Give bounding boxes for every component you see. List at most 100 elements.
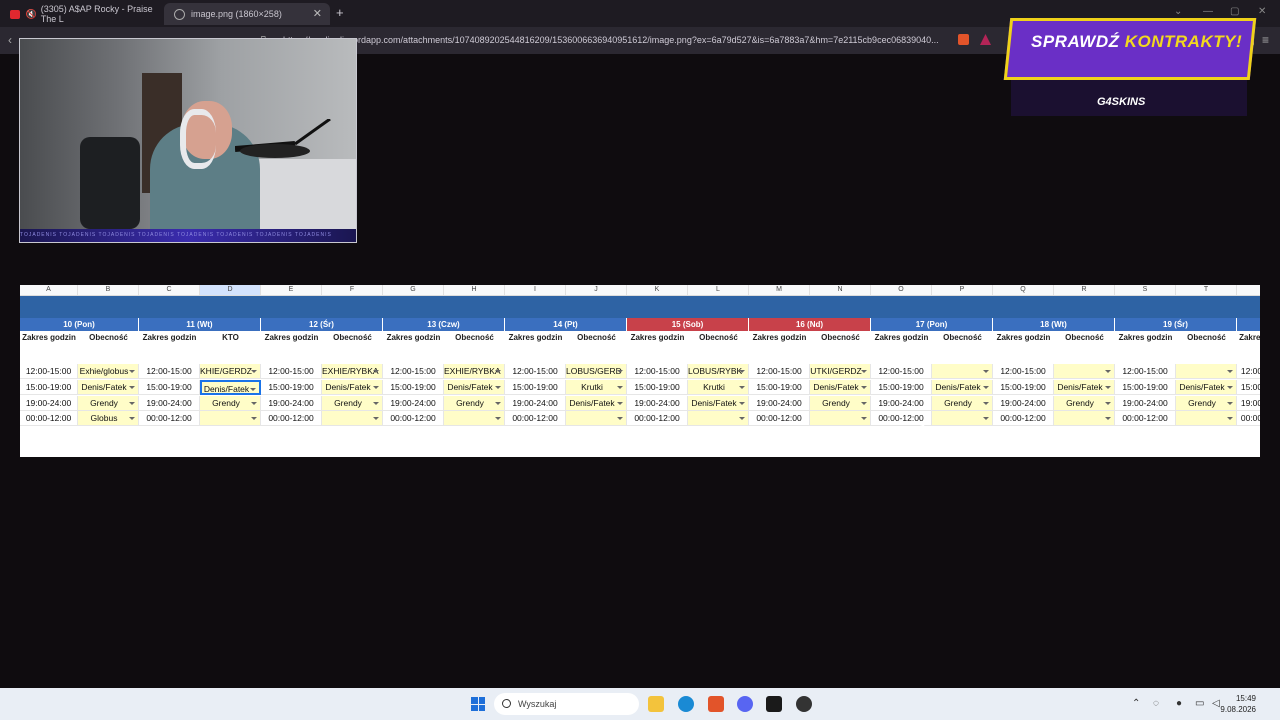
column-header: R bbox=[1054, 285, 1115, 295]
close-icon[interactable]: ✕ bbox=[313, 7, 322, 20]
dropdown-cell[interactable]: Grendy bbox=[932, 396, 993, 411]
system-clock[interactable]: 15:49 9.08.2026 bbox=[1220, 693, 1256, 715]
dropdown-cell[interactable] bbox=[566, 411, 627, 426]
table-row: 19:00-24:00 Grendy 19:00-24:00 Grendy 19:00-… bbox=[20, 396, 1260, 411]
column-subheader: Zakres godzin bbox=[142, 333, 197, 342]
column-header: H bbox=[444, 285, 505, 295]
obs-icon[interactable] bbox=[796, 696, 812, 712]
dropdown-cell[interactable]: UTKI/GERDZ bbox=[810, 364, 871, 379]
dropdown-cell[interactable]: Globus bbox=[78, 411, 139, 426]
dropdown-cell[interactable] bbox=[1054, 364, 1115, 379]
column-subheader: Zakres godzin bbox=[630, 333, 685, 342]
dropdown-cell[interactable]: Grendy bbox=[78, 396, 139, 411]
column-subheader: KTO bbox=[222, 333, 239, 342]
ad-headline: SPRAWDŹ KONTRAKTY! bbox=[1031, 32, 1243, 51]
brave-icon[interactable] bbox=[708, 696, 724, 712]
dropdown-cell[interactable]: Denis/Fatek bbox=[78, 380, 139, 395]
table-row: 00:00-12:00 Globus 00:00-12:00 00:00-12:00 0… bbox=[20, 411, 1260, 426]
tab-image[interactable]: image.png (1860×258) ✕ bbox=[164, 3, 330, 25]
dropdown-cell[interactable] bbox=[444, 411, 505, 426]
table-cell: 00:00-12:00 bbox=[505, 411, 566, 426]
dropdown-cell[interactable] bbox=[932, 411, 993, 426]
url-field[interactable]: https://media.discordapp.com/attachments… bbox=[283, 35, 939, 45]
dropdown-cell[interactable]: KHIE/GERDZ bbox=[200, 364, 261, 379]
muted-speaker-icon[interactable]: 🔇 bbox=[26, 9, 37, 20]
tab-title: (3305) A$AP Rocky - Praise The L bbox=[40, 4, 153, 24]
network-icon[interactable]: ◌ bbox=[1153, 698, 1159, 709]
table-cell: 00:00-12:00 bbox=[1115, 411, 1176, 426]
volume-icon[interactable]: ◁ bbox=[1212, 698, 1220, 709]
app-icon[interactable] bbox=[766, 696, 782, 712]
dropdown-cell[interactable]: Denis/Fatek bbox=[1176, 380, 1237, 395]
dropdown-cell[interactable]: Exhie/globus bbox=[78, 364, 139, 379]
dropdown-cell[interactable]: LOBUS/RYBK bbox=[688, 364, 749, 379]
table-cell: 15:00-19:00 bbox=[383, 380, 444, 395]
dropdown-cell[interactable] bbox=[1176, 364, 1237, 379]
dropdown-cell[interactable] bbox=[1054, 411, 1115, 426]
column-header-row: ABCDEFGHIJKLMNOPQRST bbox=[20, 285, 1260, 296]
dropdown-cell[interactable] bbox=[200, 411, 261, 426]
dropdown-cell[interactable]: Denis/Fatek bbox=[200, 380, 261, 395]
start-button[interactable] bbox=[471, 697, 485, 711]
table-cell: 00:00-12:00 bbox=[993, 411, 1054, 426]
dropdown-cell[interactable]: Grendy bbox=[444, 396, 505, 411]
column-header: E bbox=[261, 285, 322, 295]
new-tab-button[interactable]: + bbox=[336, 5, 344, 20]
dropdown-cell[interactable] bbox=[932, 364, 993, 379]
file-explorer-icon[interactable] bbox=[648, 696, 664, 712]
table-cell: 12:00-15:00 bbox=[139, 364, 200, 379]
dropdown-cell[interactable]: EXHIE/RYBKA bbox=[444, 364, 505, 379]
dropdown-cell[interactable]: Denis/Fatek bbox=[566, 396, 627, 411]
back-icon[interactable]: ‹ bbox=[8, 33, 12, 47]
table-cell: 15:00 bbox=[1237, 380, 1260, 395]
discord-icon[interactable] bbox=[737, 696, 753, 712]
dropdown-cell[interactable]: Grendy bbox=[1176, 396, 1237, 411]
day-header: 12 (Śr) bbox=[261, 318, 383, 331]
table-cell: 19:00-24:00 bbox=[261, 396, 322, 411]
table-cell: 00:00 bbox=[1237, 411, 1260, 426]
dropdown-cell[interactable]: Grendy bbox=[810, 396, 871, 411]
dropdown-cell[interactable]: Grendy bbox=[1054, 396, 1115, 411]
tab-youtube[interactable]: 🔇 (3305) A$AP Rocky - Praise The L bbox=[0, 3, 160, 25]
windows-taskbar: Wyszukaj ⌃ ◌ ● ▭ ◁ 15:49 9.08.2026 bbox=[0, 688, 1280, 720]
table-cell: 15:00-19:00 bbox=[505, 380, 566, 395]
dropdown-cell[interactable] bbox=[688, 411, 749, 426]
dropdown-cell[interactable]: Grendy bbox=[200, 396, 261, 411]
day-header bbox=[1237, 318, 1260, 331]
dropdown-cell[interactable]: Denis/Fatek bbox=[810, 380, 871, 395]
dropdown-cell[interactable] bbox=[810, 411, 871, 426]
table-row: 15:00-19:00 Denis/Fatek 15:00-19:00 Denis/F… bbox=[20, 380, 1260, 395]
chevron-up-icon[interactable]: ⌃ bbox=[1132, 698, 1140, 709]
table-cell: 00:00-12:00 bbox=[627, 411, 688, 426]
dropdown-cell[interactable]: Krutki bbox=[566, 380, 627, 395]
day-header-row: 10 (Pon) 11 (Wt) 12 (Śr) 13 (Czw) 14 (Pt) 15 … bbox=[20, 318, 1260, 331]
dropdown-cell[interactable]: EXHIE/RYBKA bbox=[322, 364, 383, 379]
table-cell: 00:00-12:00 bbox=[383, 411, 444, 426]
rewards-icon[interactable] bbox=[980, 34, 991, 45]
dropdown-cell[interactable]: Krutki bbox=[688, 380, 749, 395]
microphone-tray-icon[interactable]: ● bbox=[1176, 698, 1182, 709]
table-cell: 19:00 bbox=[1237, 396, 1260, 411]
dropdown-cell[interactable] bbox=[1176, 411, 1237, 426]
dropdown-cell[interactable]: Denis/Fatek bbox=[322, 380, 383, 395]
day-header: 19 (Śr) bbox=[1115, 318, 1237, 331]
display-icon[interactable]: ▭ bbox=[1195, 698, 1204, 709]
dropdown-cell[interactable]: Denis/Fatek bbox=[688, 396, 749, 411]
edge-icon[interactable] bbox=[678, 696, 694, 712]
table-cell: 15:00-19:00 bbox=[20, 380, 78, 395]
column-subheader: Zakres godzin bbox=[996, 333, 1051, 342]
maximize-button[interactable]: ▢ bbox=[1230, 6, 1239, 17]
taskbar-search[interactable]: Wyszukaj bbox=[494, 693, 639, 715]
brave-shield-icon[interactable] bbox=[958, 34, 969, 45]
dropdown-cell[interactable]: LOBUS/GERD bbox=[566, 364, 627, 379]
minimize-button[interactable]: — bbox=[1203, 6, 1213, 17]
close-window-button[interactable]: ✕ bbox=[1258, 6, 1266, 17]
dropdown-cell[interactable]: Denis/Fatek bbox=[932, 380, 993, 395]
dropdown-cell[interactable] bbox=[322, 411, 383, 426]
table-cell: 15:00-19:00 bbox=[993, 380, 1054, 395]
menu-icon[interactable]: ≡ bbox=[1262, 33, 1269, 47]
dropdown-cell[interactable]: Denis/Fatek bbox=[1054, 380, 1115, 395]
dropdown-cell[interactable]: Grendy bbox=[322, 396, 383, 411]
dropdown-cell[interactable]: Denis/Fatek bbox=[444, 380, 505, 395]
chevron-down-icon[interactable]: ⌄ bbox=[1174, 6, 1182, 17]
